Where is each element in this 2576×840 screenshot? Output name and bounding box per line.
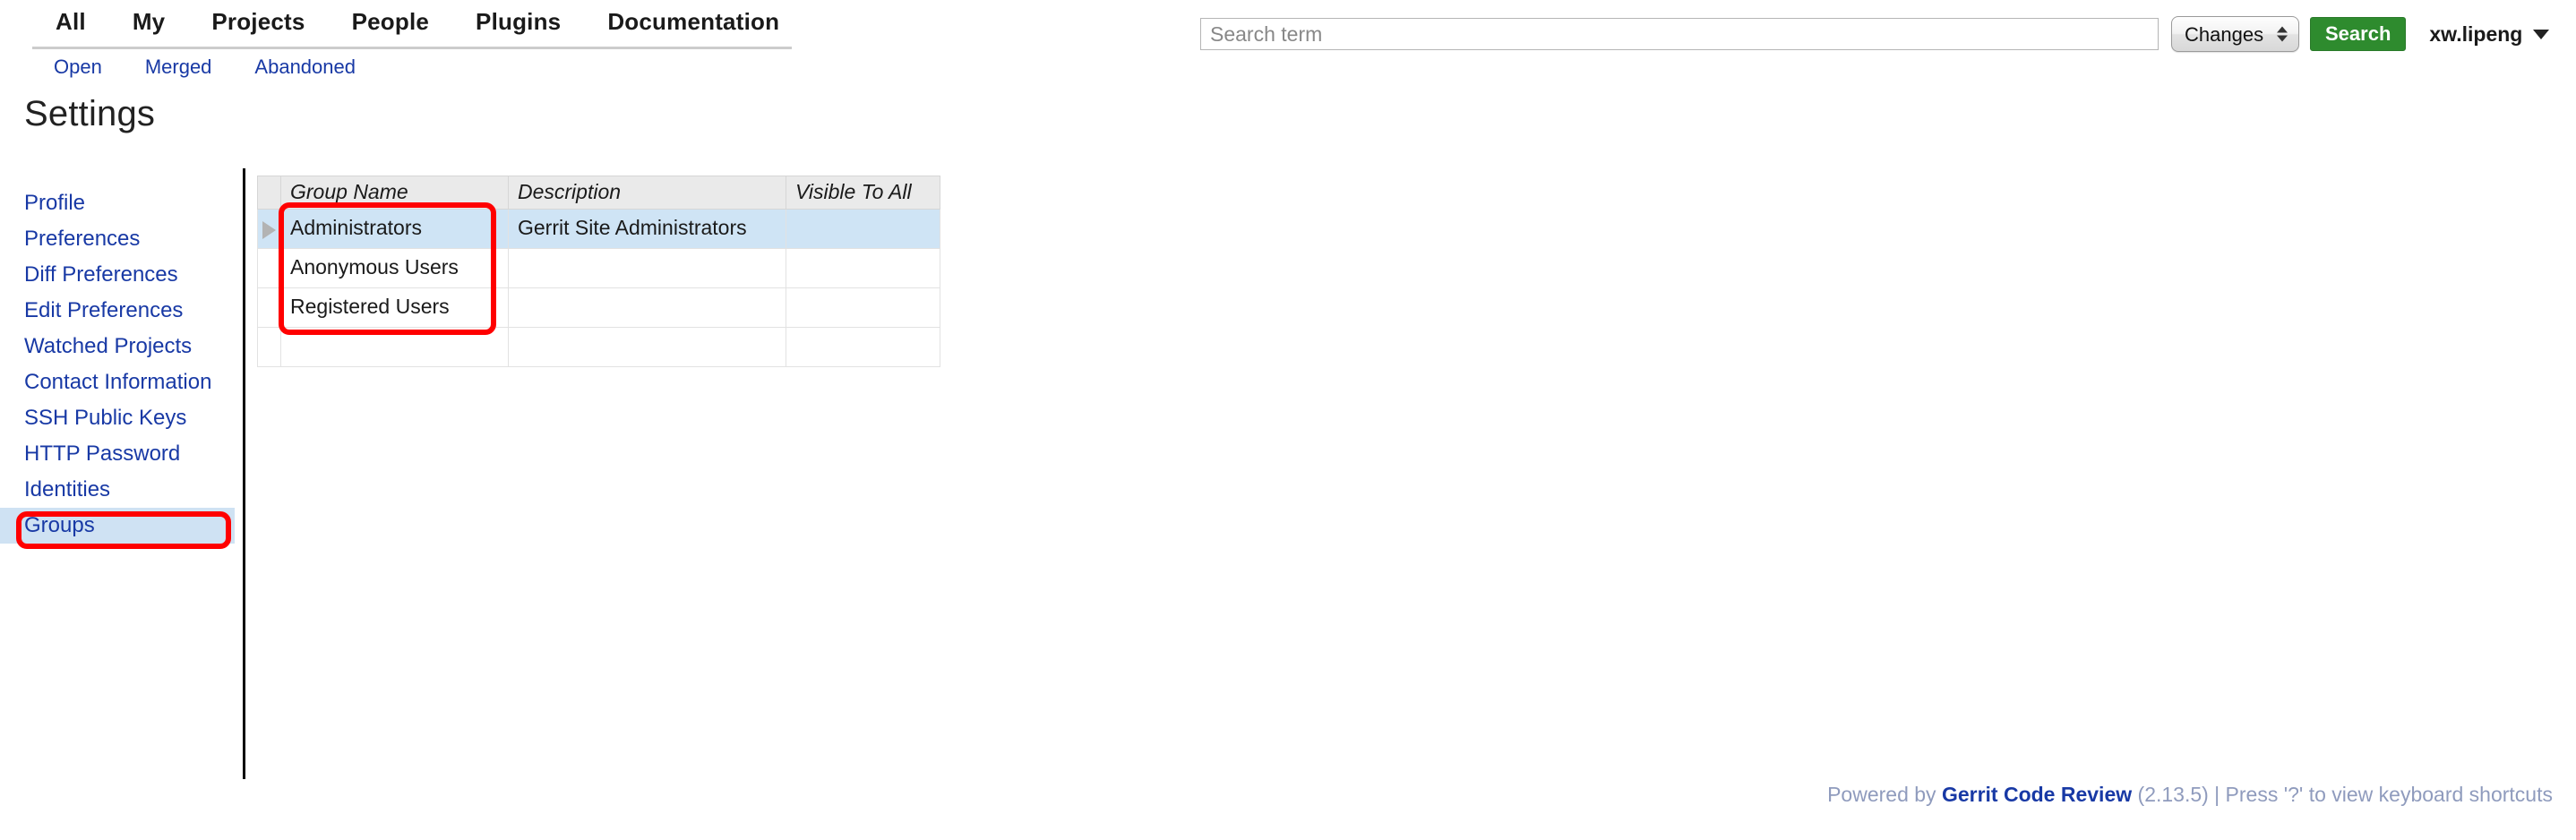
sub-navigation: Open Merged Abandoned xyxy=(32,52,377,82)
nav-documentation[interactable]: Documentation xyxy=(584,5,803,38)
column-header-expand[interactable] xyxy=(257,176,281,210)
sidebar-item-identities[interactable]: Identities xyxy=(0,472,235,508)
sidebar-item-profile[interactable]: Profile xyxy=(0,185,235,221)
sidebar-item-edit-preferences[interactable]: Edit Preferences xyxy=(0,293,235,329)
table-header-row: Group Name Description Visible To All xyxy=(257,176,940,210)
sidebar-item-diff-preferences[interactable]: Diff Preferences xyxy=(0,257,235,293)
sidebar-item-watched-projects[interactable]: Watched Projects xyxy=(0,329,235,364)
nav-projects[interactable]: Projects xyxy=(188,5,328,38)
search-scope-wrapper: Changes xyxy=(2171,16,2299,52)
search-input[interactable] xyxy=(1200,18,2159,50)
cell-visible-to-all xyxy=(786,209,940,249)
search-area: Changes Search xw.lipeng xyxy=(1200,16,2550,52)
sidebar-item-ssh-public-keys[interactable]: SSH Public Keys xyxy=(0,400,235,436)
sidebar-item-preferences[interactable]: Preferences xyxy=(0,221,235,257)
table-row[interactable] xyxy=(257,327,940,367)
subnav-abandoned[interactable]: Abandoned xyxy=(233,52,377,82)
sidebar-item-contact-information[interactable]: Contact Information xyxy=(0,364,235,400)
sidebar-item-http-password[interactable]: HTTP Password xyxy=(0,436,235,472)
menu-divider xyxy=(32,47,792,49)
subnav-merged[interactable]: Merged xyxy=(124,52,234,82)
user-menu[interactable]: xw.lipeng xyxy=(2429,21,2550,47)
sidebar-item-groups[interactable]: Groups xyxy=(0,508,235,544)
nav-plugins[interactable]: Plugins xyxy=(452,5,584,38)
row-expand-cell[interactable] xyxy=(257,287,281,328)
search-button[interactable]: Search xyxy=(2310,17,2407,51)
nav-people[interactable]: People xyxy=(329,5,452,38)
triangle-right-icon[interactable] xyxy=(262,220,276,239)
content-divider xyxy=(243,168,245,779)
table-row[interactable]: Anonymous Users xyxy=(257,248,940,288)
footer: Powered by Gerrit Code Review (2.13.5) |… xyxy=(1827,783,2553,807)
table-row[interactable]: Administrators Gerrit Site Administrator… xyxy=(257,209,940,249)
column-header-group-name[interactable]: Group Name xyxy=(280,176,509,210)
settings-sidebar: Profile Preferences Diff Preferences Edi… xyxy=(0,185,235,544)
cell-description xyxy=(508,287,786,328)
page-title: Settings xyxy=(24,94,156,133)
column-header-visible-to-all[interactable]: Visible To All xyxy=(786,176,940,210)
cell-group-name[interactable]: Anonymous Users xyxy=(280,248,509,288)
user-name-label: xw.lipeng xyxy=(2429,21,2523,46)
row-expand-cell[interactable] xyxy=(257,248,281,288)
cell-description xyxy=(508,248,786,288)
cell-description xyxy=(508,327,786,367)
footer-product-link[interactable]: Gerrit Code Review xyxy=(1942,783,2132,806)
cell-group-name[interactable]: Registered Users xyxy=(280,287,509,328)
nav-my[interactable]: My xyxy=(109,5,189,38)
table-row[interactable]: Registered Users xyxy=(257,287,940,328)
search-scope-select[interactable]: Changes xyxy=(2171,16,2299,52)
groups-table-body: Administrators Gerrit Site Administrator… xyxy=(257,209,940,367)
cell-visible-to-all xyxy=(786,327,940,367)
cell-visible-to-all xyxy=(786,287,940,328)
subnav-open[interactable]: Open xyxy=(32,52,124,82)
cell-visible-to-all xyxy=(786,248,940,288)
groups-table-head: Group Name Description Visible To All xyxy=(257,176,940,210)
main-menu: All My Projects People Plugins Documenta… xyxy=(32,5,803,38)
nav-all[interactable]: All xyxy=(32,5,109,38)
column-header-description[interactable]: Description xyxy=(508,176,786,210)
top-navigation-bar: All My Projects People Plugins Documenta… xyxy=(0,0,2576,86)
chevron-down-icon xyxy=(2533,29,2550,39)
cell-group-name xyxy=(280,327,509,367)
row-expand-cell[interactable] xyxy=(257,209,281,249)
row-expand-cell[interactable] xyxy=(257,327,281,367)
cell-description: Gerrit Site Administrators xyxy=(508,209,786,249)
footer-powered-by: Powered by xyxy=(1827,783,1942,806)
groups-table: Group Name Description Visible To All Ad… xyxy=(257,176,940,367)
footer-version-text: (2.13.5) | Press '?' to view keyboard sh… xyxy=(2132,783,2553,806)
cell-group-name[interactable]: Administrators xyxy=(280,209,509,249)
